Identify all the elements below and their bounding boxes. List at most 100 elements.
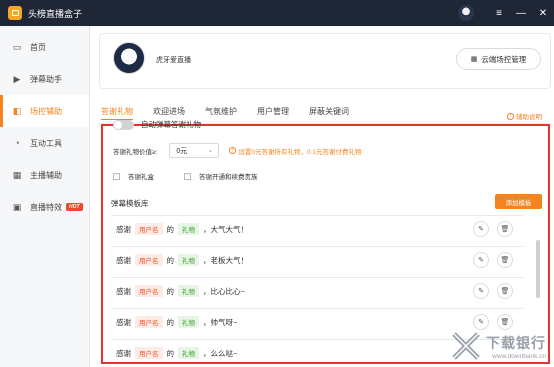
username-tag: 用户名	[135, 347, 163, 359]
sidebar-item-label: 互动工具	[30, 138, 62, 148]
gift-value-selected: 0元	[176, 147, 188, 155]
gift-tag: 礼物	[178, 347, 199, 359]
camera-icon: ▣	[12, 201, 22, 212]
delete-icon[interactable]: 🗑	[497, 252, 513, 268]
help-link[interactable]: ! 辅助说明	[507, 111, 542, 121]
username-tag: 用户名	[135, 254, 163, 266]
auto-thank-label: 自动弹幕答谢礼物	[141, 120, 201, 129]
auto-thank-row: 自动弹幕答谢礼物	[113, 119, 201, 130]
title-bar: 头榜直播盒子 ≡ — ✕	[0, 0, 554, 26]
tab-welcome[interactable]: 欢迎进场	[153, 106, 185, 120]
delete-icon[interactable]: 🗑	[497, 283, 513, 299]
gift-tag: 礼物	[178, 254, 199, 266]
profile-card: 虎牙爱直播 ▦ 云端场控管理	[99, 33, 551, 89]
sidebar: ▭ 首页 ▶ 弹幕助手 ◧ 场控辅助 ◔ 互动工具 ▦ 主播辅助 ▣ 直播特效 …	[0, 26, 90, 367]
help-link-label: 辅助说明	[516, 114, 542, 121]
watermark: 下载银行 www.downbank.cn	[451, 331, 546, 361]
tab-bar: 答谢礼物 欢迎进场 气氛维护 用户管理 屏蔽关键词	[101, 106, 369, 120]
sidebar-item-label: 弹幕助手	[30, 74, 62, 84]
template-row: 感谢 用户名 的 礼物 ，大气大气！ ✎ 🗑	[111, 215, 523, 242]
sidebar-item-effects[interactable]: ▣ 直播特效 HOT	[0, 191, 89, 223]
thank-noble-checkbox[interactable]	[184, 172, 191, 180]
template-suffix: ，大气大气！	[203, 224, 248, 234]
list-scrollbar[interactable]	[536, 240, 540, 298]
template-suffix: ，老板大气！	[203, 255, 248, 265]
watermark-logo-icon	[452, 332, 480, 360]
play-icon: ▶	[13, 73, 21, 84]
sidebar-item-label: 主播辅助	[30, 170, 62, 180]
app-title: 头榜直播盒子	[28, 8, 83, 19]
gift-value-hint: ! 设置0元答谢所有礼物，0.1元答谢付费礼物	[229, 146, 362, 156]
gift-value-hint-text: 设置0元答谢所有礼物，0.1元答谢付费礼物	[238, 148, 362, 156]
template-prefix: 感谢	[116, 317, 131, 327]
broadcast-icon: ◧	[12, 105, 22, 116]
sidebar-item-control-assist[interactable]: ◧ 场控辅助	[0, 95, 89, 127]
profile-name: 虎牙爱直播	[156, 57, 191, 64]
checkbox-row: 答谢礼盒 答谢开通和续费贵族	[113, 171, 288, 181]
tab-block-keywords[interactable]: 屏蔽关键词	[309, 106, 349, 120]
monitor-icon: ▭	[12, 41, 22, 52]
template-suffix: ，比心比心~	[203, 286, 245, 296]
menu-icon[interactable]: ≡	[488, 0, 510, 26]
thank-giftbox-checkbox[interactable]	[113, 172, 120, 180]
app-logo-icon	[8, 6, 22, 20]
gift-value-label: 答谢礼物价值≥:	[113, 148, 158, 156]
template-mid: 的	[166, 286, 175, 296]
grid-icon: ▦	[470, 56, 478, 63]
watermark-text: 下载银行	[486, 334, 546, 351]
thank-noble-label: 答谢开通和续费贵族	[199, 174, 258, 181]
thank-giftbox-label: 答谢礼盒	[128, 174, 154, 181]
edit-icon[interactable]: ✎	[473, 252, 489, 268]
sidebar-item-label: 场控辅助	[30, 106, 62, 116]
template-mid: 的	[166, 224, 175, 234]
tab-user-management[interactable]: 用户管理	[257, 106, 289, 120]
edit-icon[interactable]: ✎	[473, 221, 489, 237]
cloud-control-label: 云端场控管理	[481, 54, 527, 64]
username-tag: 用户名	[135, 285, 163, 297]
template-suffix: ，帅气呀~	[203, 317, 238, 327]
cloud-control-button[interactable]: ▦ 云端场控管理	[456, 48, 541, 70]
username-tag: 用户名	[135, 316, 163, 328]
add-template-button[interactable]: 添加模板	[495, 194, 542, 209]
sidebar-item-streamer-assist[interactable]: ▦ 主播辅助	[0, 159, 89, 191]
sidebar-item-interaction[interactable]: ◔ 互动工具	[0, 127, 89, 159]
edit-icon[interactable]: ✎	[473, 283, 489, 299]
close-button[interactable]: ✕	[532, 0, 554, 26]
watermark-url: www.downbank.cn	[492, 352, 546, 360]
template-prefix: 感谢	[116, 255, 131, 265]
user-avatar[interactable]	[458, 5, 474, 21]
edit-icon[interactable]: ✎	[473, 314, 489, 330]
gift-value-select[interactable]: 0元 ⌄	[169, 143, 220, 158]
template-library-title: 弹幕模板库	[111, 199, 149, 208]
sidebar-item-danmaku[interactable]: ▶ 弹幕助手	[0, 63, 89, 95]
main-content: 虎牙爱直播 ▦ 云端场控管理 答谢礼物 欢迎进场 气氛维护 用户管理 屏蔽关键词…	[91, 26, 554, 367]
sidebar-item-label: 首页	[30, 42, 46, 52]
delete-icon[interactable]: 🗑	[497, 221, 513, 237]
interact-icon: ◔	[14, 138, 20, 148]
sidebar-item-home[interactable]: ▭ 首页	[0, 31, 89, 63]
info-icon: !	[507, 112, 514, 120]
gift-tag: 礼物	[178, 316, 199, 328]
template-mid: 的	[166, 317, 175, 327]
delete-icon[interactable]: 🗑	[497, 314, 513, 330]
template-prefix: 感谢	[116, 348, 131, 358]
gift-value-row: 答谢礼物价值≥: 0元 ⌄ ! 设置0元答谢所有礼物，0.1元答谢付费礼物	[113, 143, 362, 158]
chevron-down-icon: ⌄	[207, 147, 214, 154]
template-mid: 的	[166, 255, 175, 265]
sidebar-item-label: 直播特效	[30, 202, 62, 212]
username-tag: 用户名	[135, 223, 163, 235]
auto-thank-toggle[interactable]	[113, 119, 134, 130]
template-mid: 的	[166, 348, 175, 358]
minimize-button[interactable]: —	[510, 0, 532, 26]
tab-atmosphere[interactable]: 气氛维护	[205, 106, 237, 120]
hot-badge: HOT	[66, 203, 83, 211]
tab-thank-gifts[interactable]: 答谢礼物	[101, 106, 133, 120]
grid-icon: ▦	[12, 169, 22, 180]
template-row: 感谢 用户名 的 礼物 ，比心比心~ ✎ 🗑	[111, 277, 523, 304]
template-prefix: 感谢	[116, 286, 131, 296]
gift-tag: 礼物	[178, 285, 199, 297]
info-icon: !	[229, 147, 237, 154]
template-suffix: ，么么哒~	[203, 348, 238, 358]
profile-avatar	[113, 42, 145, 74]
gift-tag: 礼物	[178, 223, 199, 235]
